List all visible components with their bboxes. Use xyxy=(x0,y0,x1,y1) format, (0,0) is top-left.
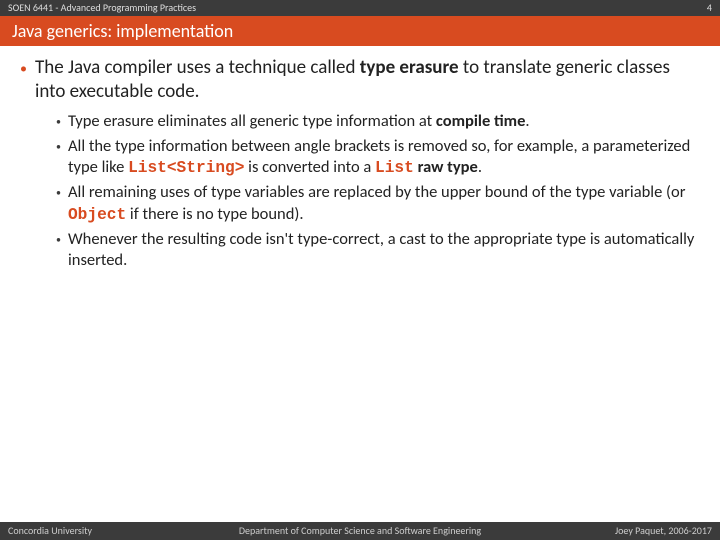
term-compile-time: compile time xyxy=(436,111,526,131)
sub-text: Whenever the resulting code isn't type-c… xyxy=(68,229,700,272)
text-fragment: if there is no type bound). xyxy=(126,204,303,224)
bullet-icon: • xyxy=(20,56,27,82)
code-object: Object xyxy=(68,206,126,224)
list-item: • All the type information between angle… xyxy=(56,136,700,179)
footer-center: Department of Computer Science and Softw… xyxy=(0,522,720,540)
text-fragment: The Java compiler uses a technique calle… xyxy=(35,56,360,79)
list-item: • Whenever the resulting code isn't type… xyxy=(56,229,700,272)
code-list-string: List<String> xyxy=(128,159,244,177)
footer-left: Concordia University xyxy=(8,522,92,540)
slide-number: 4 xyxy=(707,0,712,16)
text-fragment: is converted into a xyxy=(244,157,375,177)
main-bullet: • The Java compiler uses a technique cal… xyxy=(20,56,700,105)
sub-bullet-list: • Type erasure eliminates all generic ty… xyxy=(20,111,700,272)
footer-right: Joey Paquet, 2006-2017 xyxy=(615,522,712,540)
code-list: List xyxy=(375,159,414,177)
list-item: • All remaining uses of type variables a… xyxy=(56,182,700,225)
bullet-icon: • xyxy=(56,182,61,204)
text-fragment: All remaining uses of type variables are… xyxy=(68,182,686,202)
text-fragment: Type erasure eliminates all generic type… xyxy=(68,111,436,131)
sub-text: Type erasure eliminates all generic type… xyxy=(68,111,530,132)
slide-title: Java generics: implementation xyxy=(0,16,720,46)
term-raw-type: raw type xyxy=(418,157,478,177)
text-fragment: . xyxy=(478,157,482,177)
main-text: The Java compiler uses a technique calle… xyxy=(35,56,700,105)
sub-text: All the type information between angle b… xyxy=(68,136,700,179)
bullet-icon: • xyxy=(56,111,61,133)
sub-text: All remaining uses of type variables are… xyxy=(68,182,700,225)
term-type-erasure: type erasure xyxy=(360,56,459,79)
list-item: • Type erasure eliminates all generic ty… xyxy=(56,111,700,133)
content-area: • The Java compiler uses a technique cal… xyxy=(0,46,720,271)
footer-bar: Department of Computer Science and Softw… xyxy=(0,522,720,540)
header-bar: SOEN 6441 - Advanced Programming Practic… xyxy=(0,0,720,16)
text-fragment: . xyxy=(525,111,529,131)
bullet-icon: • xyxy=(56,136,61,158)
course-label: SOEN 6441 - Advanced Programming Practic… xyxy=(8,0,196,16)
bullet-icon: • xyxy=(56,229,61,251)
